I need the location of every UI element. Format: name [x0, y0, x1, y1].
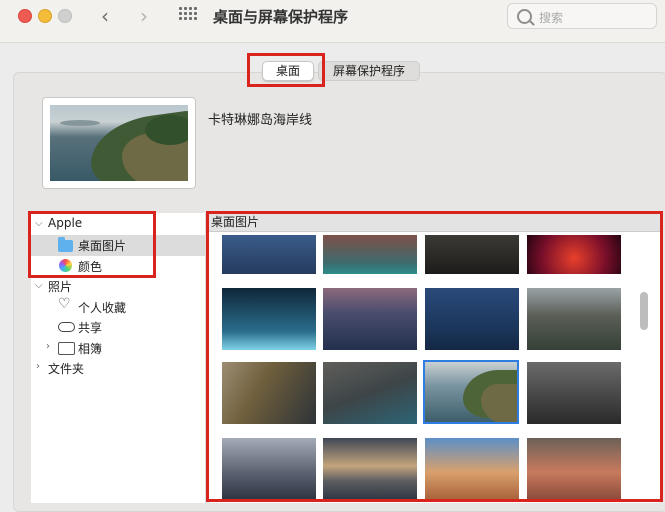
current-wallpaper-image: [50, 105, 188, 181]
highlight-box-gallery: [206, 211, 663, 502]
sidebar-item-label: 相簿: [78, 342, 103, 356]
heart-icon: ♡: [58, 296, 71, 312]
tab-screen-saver[interactable]: 屏幕保护程序: [318, 61, 420, 81]
sidebar-group-photos[interactable]: 照片: [48, 278, 72, 295]
current-wallpaper-preview: [42, 97, 196, 189]
zoom-window-button[interactable]: [58, 9, 72, 23]
chevron-right-icon[interactable]: ›: [36, 361, 40, 372]
sidebar-item-label: 共享: [78, 321, 103, 335]
search-placeholder: 搜索: [539, 11, 564, 25]
back-arrow-icon[interactable]: ‹: [101, 4, 109, 28]
sidebar-item-label: 个人收藏: [78, 301, 127, 315]
highlight-box-apple-group: [28, 211, 156, 278]
current-wallpaper-name: 卡特琳娜岛海岸线: [208, 113, 313, 128]
minimize-window-button[interactable]: [38, 9, 52, 23]
close-window-button[interactable]: [18, 9, 32, 23]
folder-icon: [58, 342, 75, 355]
sidebar-group-folders[interactable]: 文件夹: [48, 360, 84, 377]
search-icon: [517, 9, 532, 24]
cloud-icon: [58, 322, 75, 332]
window-title: 桌面与屏幕保护程序: [213, 8, 349, 26]
search-field[interactable]: 搜索: [507, 3, 657, 29]
title-bar: ‹ › 桌面与屏幕保护程序 搜索: [0, 0, 665, 43]
show-all-grid-icon[interactable]: [179, 7, 197, 23]
chevron-down-icon[interactable]: ⌵: [35, 280, 43, 291]
chevron-right-icon[interactable]: ›: [46, 341, 50, 352]
forward-arrow-icon[interactable]: ›: [140, 4, 148, 28]
highlight-box-desktop-tab: [247, 53, 325, 87]
